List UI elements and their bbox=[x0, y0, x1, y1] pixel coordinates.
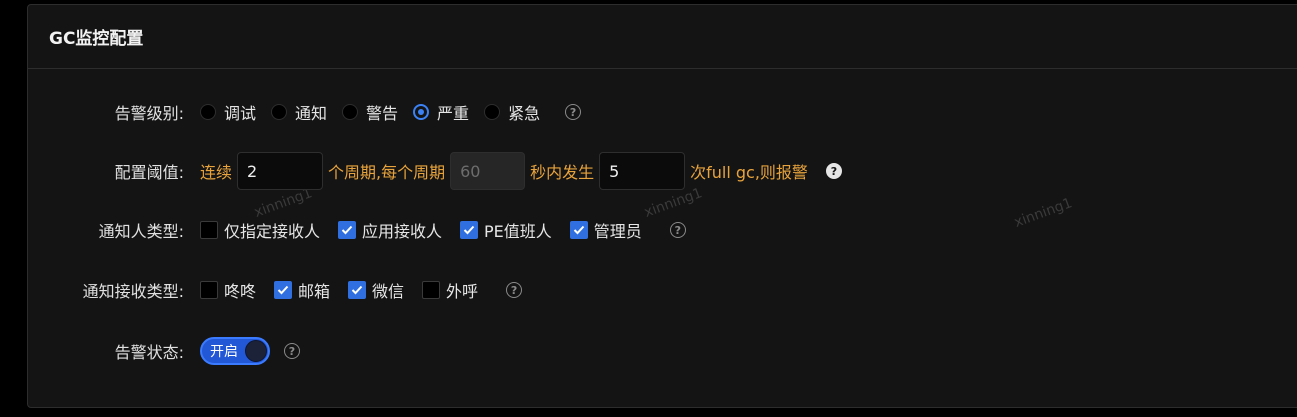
alert-level-label: 告警级别: bbox=[114, 104, 184, 123]
switch-knob[interactable] bbox=[245, 340, 267, 362]
checkbox-box[interactable] bbox=[274, 281, 293, 299]
checkbox-wechat[interactable]: 微信 bbox=[348, 278, 404, 302]
checkbox-label: 微信 bbox=[372, 282, 405, 301]
radio-circle[interactable] bbox=[342, 104, 359, 120]
notify-channels-label: 通知接收类型: bbox=[82, 282, 184, 301]
help-icon[interactable]: ? bbox=[669, 222, 686, 238]
checkbox-label: 咚咚 bbox=[224, 282, 257, 301]
threshold-label: 配置阈值: bbox=[114, 163, 184, 182]
radio-urgent[interactable]: 紧急 bbox=[484, 100, 540, 124]
radio-circle[interactable] bbox=[200, 104, 216, 120]
checkbox-admin[interactable]: 管理员 bbox=[569, 218, 642, 242]
radio-severe[interactable]: 严重 bbox=[413, 100, 469, 124]
radio-circle[interactable] bbox=[271, 104, 288, 120]
checkbox-box[interactable] bbox=[348, 281, 367, 299]
check-icon bbox=[463, 225, 475, 235]
card-header: GC监控配置 bbox=[28, 5, 1297, 69]
checkbox-app-receiver[interactable]: 应用接收人 bbox=[338, 218, 442, 242]
help-icon[interactable]: ? bbox=[825, 163, 842, 179]
radio-label: 警告 bbox=[366, 104, 399, 123]
radio-label: 严重 bbox=[437, 104, 470, 123]
checkbox-dongdong[interactable]: 咚咚 bbox=[200, 278, 256, 302]
checkbox-box[interactable] bbox=[422, 281, 441, 299]
radio-notice[interactable]: 通知 bbox=[271, 100, 327, 124]
gc-monitor-card: GC监控配置 xinning1 xinning1 xinning1 告警级别: … bbox=[27, 4, 1297, 408]
notify-people-label: 通知人类型: bbox=[98, 222, 184, 241]
alert-status-row: 告警状态: 开启 ? bbox=[28, 331, 300, 371]
radio-label: 紧急 bbox=[508, 104, 541, 123]
check-icon bbox=[573, 225, 585, 235]
check-icon bbox=[341, 225, 353, 235]
threshold-row: 配置阈值: 连续 2 个周期,每个周期 60 秒内发生 5 次full gc,则… bbox=[28, 151, 842, 191]
watermark: xinning1 bbox=[1012, 195, 1075, 231]
radio-circle[interactable] bbox=[484, 104, 501, 120]
radio-circle[interactable] bbox=[413, 104, 430, 120]
alert-status-switch[interactable]: 开启 bbox=[200, 337, 270, 365]
checkbox-box[interactable] bbox=[460, 221, 479, 239]
radio-debug[interactable]: 调试 bbox=[200, 100, 256, 124]
threshold-mid: 个周期,每个周期 bbox=[328, 163, 446, 182]
switch-text: 开启 bbox=[210, 344, 238, 360]
checkbox-label: 应用接收人 bbox=[362, 222, 443, 241]
radio-label: 通知 bbox=[295, 104, 328, 123]
checkbox-box[interactable] bbox=[200, 281, 218, 299]
help-icon[interactable]: ? bbox=[565, 104, 582, 120]
checkbox-label: 外呼 bbox=[446, 282, 479, 301]
threshold-prefix: 连续 bbox=[200, 163, 233, 182]
threshold-suffix2: 次full gc,则报警 bbox=[690, 163, 808, 182]
checkbox-label: PE值班人 bbox=[484, 222, 552, 241]
period-seconds-input: 60 bbox=[450, 152, 526, 190]
checkbox-box[interactable] bbox=[338, 221, 357, 239]
checkbox-label: 管理员 bbox=[593, 222, 642, 241]
help-icon[interactable]: ? bbox=[506, 282, 523, 298]
radio-warning[interactable]: 警告 bbox=[342, 100, 398, 124]
checkbox-box[interactable] bbox=[569, 221, 588, 239]
alert-status-label: 告警状态: bbox=[114, 343, 184, 362]
checkbox-specified-receiver[interactable]: 仅指定接收人 bbox=[200, 218, 320, 242]
card-title: GC监控配置 bbox=[49, 29, 144, 49]
consecutive-input[interactable]: 2 bbox=[237, 152, 324, 190]
help-icon[interactable]: ? bbox=[284, 343, 300, 359]
notify-people-row: 通知人类型: 仅指定接收人 应用接收人 PE值班人 管理员 ? bbox=[28, 210, 686, 250]
count-input[interactable]: 5 bbox=[599, 152, 686, 190]
checkbox-email[interactable]: 邮箱 bbox=[274, 278, 330, 302]
checkbox-label: 邮箱 bbox=[298, 282, 331, 301]
alert-level-row: 告警级别: 调试 通知 警告 严重 紧急 ? bbox=[28, 92, 582, 132]
check-icon bbox=[351, 285, 363, 295]
checkbox-box[interactable] bbox=[200, 221, 218, 239]
threshold-suffix1: 秒内发生 bbox=[530, 163, 595, 182]
check-icon bbox=[277, 285, 289, 295]
checkbox-pe-oncall[interactable]: PE值班人 bbox=[460, 218, 552, 242]
checkbox-label: 仅指定接收人 bbox=[224, 222, 321, 241]
checkbox-phone-call[interactable]: 外呼 bbox=[422, 278, 478, 302]
notify-channels-row: 通知接收类型: 咚咚 邮箱 微信 外呼 ? bbox=[28, 270, 523, 310]
radio-label: 调试 bbox=[224, 104, 257, 123]
